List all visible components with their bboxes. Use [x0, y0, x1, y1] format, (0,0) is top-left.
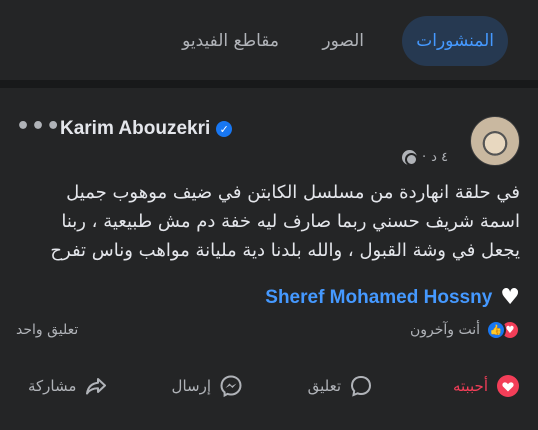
send-button[interactable]: إرسال — [172, 366, 243, 406]
share-label: مشاركة — [28, 377, 77, 395]
post-card: ••• Karim Abouzekri ✓ ٤ د · في حلقة انها… — [0, 96, 538, 430]
post-time[interactable]: ٤ د — [431, 150, 448, 165]
comments-count[interactable]: تعليق واحد — [16, 322, 78, 338]
post-author: Karim Abouzekri ✓ — [60, 118, 233, 140]
avatar[interactable] — [470, 116, 520, 166]
post-actions: أحببته تعليق إرسال مشاركة — [0, 366, 538, 406]
share-button[interactable]: مشاركة — [28, 366, 108, 406]
white-heart-icon: ♥ — [500, 285, 520, 310]
comment-label: تعليق — [307, 377, 341, 395]
tab-photos[interactable]: الصور — [308, 16, 378, 66]
like-reaction-icon: 👍 — [486, 320, 506, 340]
tab-posts[interactable]: المنشورات — [402, 16, 508, 66]
author-name[interactable]: Karim Abouzekri — [60, 118, 210, 140]
share-icon — [84, 374, 108, 398]
love-icon — [496, 374, 520, 398]
post-text-line: في حلقة انهاردة من مسلسل الكابتن في ضيف … — [66, 182, 520, 203]
post-text-line: اسمة شريف حسني ربما صارف ليه خفة دم مش ط… — [61, 211, 520, 232]
reactions-summary[interactable]: ♥ 👍 أنت وآخرون — [410, 320, 520, 340]
profile-tabs: المنشورات الصور مقاطع الفيديو — [0, 0, 538, 88]
comment-icon — [349, 374, 373, 398]
verified-badge-icon: ✓ — [216, 121, 233, 137]
like-button[interactable]: أحببته — [453, 366, 520, 406]
reaction-icons: ♥ 👍 — [486, 320, 520, 340]
mention-link[interactable]: Sheref Mohamed Hossny — [265, 287, 492, 309]
more-options-icon[interactable]: ••• — [16, 114, 61, 139]
meta-separator: · — [422, 150, 427, 165]
send-label: إرسال — [171, 377, 211, 395]
tab-videos[interactable]: مقاطع الفيديو — [168, 16, 293, 66]
post-meta: ٤ د · — [402, 150, 448, 166]
like-label: أحببته — [452, 377, 488, 395]
post-text: في حلقة انهاردة من مسلسل الكابتن في ضيف … — [20, 178, 520, 265]
post-mention: Sheref Mohamed Hossny ♥ — [265, 285, 520, 310]
globe-icon — [402, 150, 418, 166]
reactions-text: أنت وآخرون — [409, 322, 480, 338]
messenger-icon — [219, 374, 243, 398]
comment-button[interactable]: تعليق — [308, 366, 373, 406]
post-text-line: يجعل في وشة القبول ، والله بلدنا دية ملي… — [50, 240, 520, 261]
